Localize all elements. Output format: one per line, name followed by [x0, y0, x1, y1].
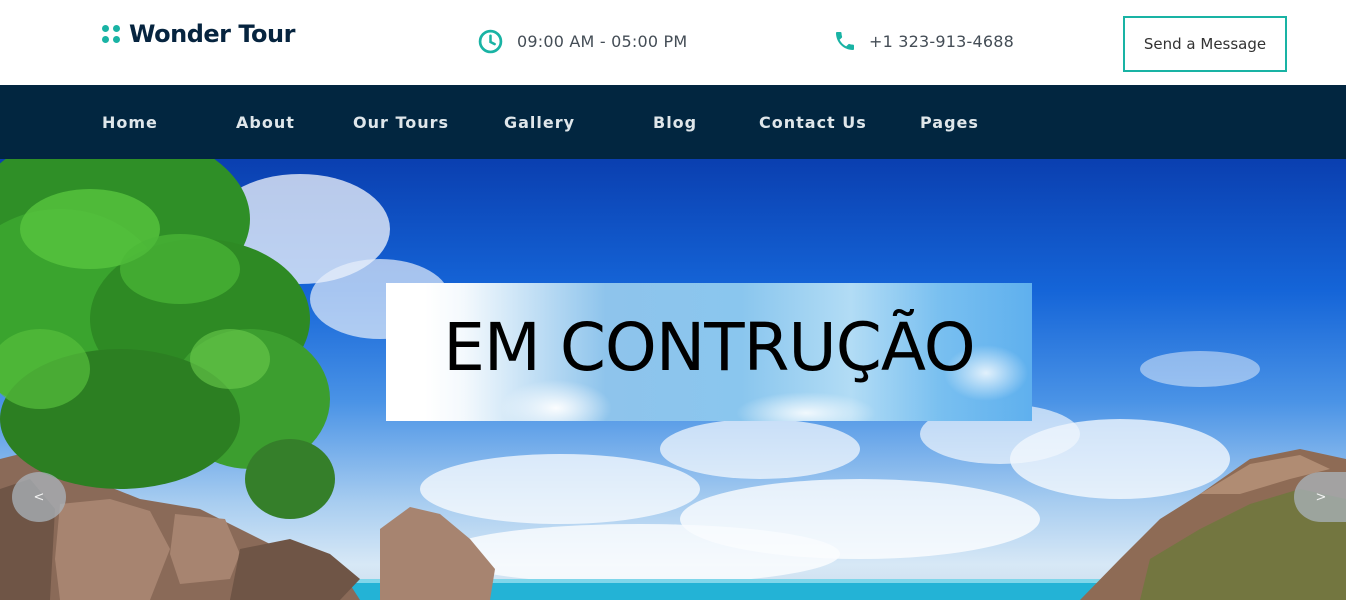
phone-icon — [836, 32, 854, 50]
business-hours: 09:00 AM - 05:00 PM — [478, 29, 687, 54]
hero-slider: EM CONTRUÇÃO < > — [0, 159, 1346, 600]
nav-item-gallery[interactable]: Gallery — [504, 113, 575, 132]
nav-item-about[interactable]: About — [236, 113, 295, 132]
top-header: Wonder Tour 09:00 AM - 05:00 PM +1 323-9… — [0, 0, 1346, 85]
nav-item-blog[interactable]: Blog — [653, 113, 697, 132]
slider-prev-button[interactable]: < — [12, 472, 66, 522]
main-navigation: Home About Our Tours Gallery Blog Contac… — [0, 85, 1346, 159]
nav-item-contact-us[interactable]: Contact Us — [759, 113, 867, 132]
phone-number: +1 323-913-4688 — [869, 31, 1015, 51]
phone-contact[interactable]: +1 323-913-4688 — [833, 29, 1014, 53]
banner-text: EM CONTRUÇÃO — [443, 309, 976, 386]
nav-item-pages[interactable]: Pages — [920, 113, 979, 132]
dots-logo-icon — [102, 25, 120, 43]
brand-name: Wonder Tour — [129, 20, 295, 48]
hours-text: 09:00 AM - 05:00 PM — [517, 32, 688, 51]
send-message-button[interactable]: Send a Message — [1123, 16, 1287, 72]
clock-icon — [478, 29, 503, 54]
construction-banner: EM CONTRUÇÃO — [386, 283, 1032, 421]
slider-next-button[interactable]: > — [1294, 472, 1346, 522]
nav-item-our-tours[interactable]: Our Tours — [353, 113, 449, 132]
nav-item-home[interactable]: Home — [102, 113, 158, 132]
logo[interactable]: Wonder Tour — [102, 20, 295, 48]
